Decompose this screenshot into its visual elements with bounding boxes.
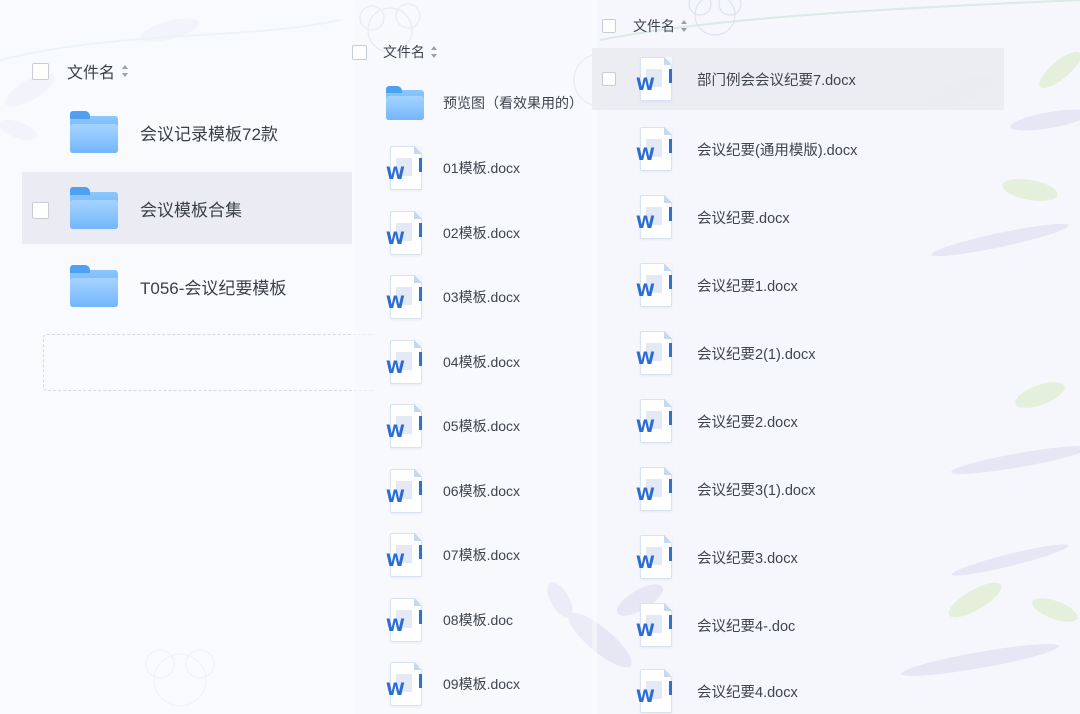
column-header-label: 文件名 <box>633 18 675 34</box>
word-doc-icon: W <box>386 404 422 448</box>
word-doc-icon: W <box>386 469 422 513</box>
list-item[interactable]: W 会议纪要3.docx <box>592 534 1004 580</box>
item-name: 03模板.docx <box>443 289 521 305</box>
word-doc-icon: W <box>386 275 422 319</box>
item-name: 08模板.doc <box>443 612 514 628</box>
list-item[interactable]: W 06模板.docx <box>352 468 597 514</box>
item-name: 会议记录模板72款 <box>140 124 278 144</box>
list-item[interactable]: 预览图（看效果用的） <box>352 78 597 128</box>
column-header[interactable]: 文件名 <box>32 59 129 83</box>
list-item[interactable]: W 会议纪要2.docx <box>592 398 1004 444</box>
item-name: 会议纪要4-.doc <box>697 618 796 635</box>
column-header[interactable]: 文件名 <box>352 42 438 62</box>
list-item[interactable]: W 会议纪要4.docx <box>592 668 1004 714</box>
list-item[interactable]: W 08模板.doc <box>352 597 597 643</box>
item-name: 04模板.docx <box>443 354 521 370</box>
item-name: T056-会议纪要模板 <box>140 278 287 298</box>
list-item[interactable]: W 05模板.docx <box>352 403 597 449</box>
word-doc-icon: W <box>636 195 672 239</box>
item-name: 会议模板合集 <box>140 200 242 220</box>
upload-drop-zone[interactable] <box>43 334 374 391</box>
item-name: 05模板.docx <box>443 418 521 434</box>
list-item[interactable]: W 会议纪要.docx <box>592 194 1004 240</box>
word-doc-icon: W <box>636 467 672 511</box>
list-item[interactable]: W 02模板.docx <box>352 210 597 256</box>
item-name: 会议纪要3.docx <box>697 550 798 567</box>
item-name: 会议纪要4.docx <box>697 684 798 701</box>
select-all-checkbox[interactable] <box>352 44 367 60</box>
folder-column-1: 文件名 会议记录模板72款 会议模板合集 T056-会议纪要模板 <box>0 0 374 714</box>
list-item[interactable]: W 03模板.docx <box>352 274 597 320</box>
row-checkbox[interactable] <box>32 202 49 219</box>
word-doc-icon: W <box>636 331 672 375</box>
item-name: 会议纪要(通用模版).docx <box>697 142 858 159</box>
word-doc-icon: W <box>386 340 422 384</box>
item-name: 01模板.docx <box>443 160 521 176</box>
list-item[interactable]: W 会议纪要1.docx <box>592 262 1004 308</box>
word-doc-icon: W <box>636 669 672 713</box>
word-doc-icon: W <box>636 263 672 307</box>
item-name: 预览图（看效果用的） <box>443 95 583 111</box>
word-doc-icon: W <box>636 535 672 579</box>
item-name: 会议纪要.docx <box>697 210 790 227</box>
list-item[interactable]: T056-会议纪要模板 <box>22 250 352 322</box>
file-column-3: 文件名 W 部门例会会议纪要7.docx W 会议纪要(通用模版).docx W… <box>592 0 1080 714</box>
sort-icon[interactable] <box>121 65 129 77</box>
column-header[interactable]: 文件名 <box>602 16 688 36</box>
item-name: 会议纪要2(1).docx <box>697 346 816 363</box>
column-header-label: 文件名 <box>67 65 116 82</box>
word-doc-icon: W <box>386 211 422 255</box>
list-item[interactable]: W 01模板.docx <box>352 145 597 191</box>
folder-icon <box>386 86 424 120</box>
sort-icon[interactable] <box>430 46 438 58</box>
word-doc-icon: W <box>636 399 672 443</box>
select-all-checkbox[interactable] <box>32 62 49 80</box>
item-name: 会议纪要2.docx <box>697 414 798 431</box>
folder-icon <box>70 265 118 307</box>
list-item[interactable]: W 07模板.docx <box>352 532 597 578</box>
list-item[interactable]: W 04模板.docx <box>352 339 597 385</box>
word-doc-icon: W <box>636 57 672 101</box>
list-item[interactable]: W 部门例会会议纪要7.docx <box>592 48 1004 110</box>
column-header-label: 文件名 <box>383 44 425 60</box>
word-doc-icon: W <box>636 603 672 647</box>
word-doc-icon: W <box>636 127 672 171</box>
word-doc-icon: W <box>386 598 422 642</box>
item-name: 会议纪要1.docx <box>697 278 798 295</box>
word-doc-icon: W <box>386 662 422 706</box>
folder-icon <box>70 187 118 229</box>
select-all-checkbox[interactable] <box>602 19 616 33</box>
folder-icon <box>70 111 118 153</box>
list-item[interactable]: 会议模板合集 <box>22 172 352 244</box>
item-name: 会议纪要3(1).docx <box>697 482 816 499</box>
list-item[interactable]: W 会议纪要3(1).docx <box>592 466 1004 512</box>
list-item[interactable]: 会议记录模板72款 <box>22 96 352 168</box>
sort-icon[interactable] <box>680 20 688 32</box>
item-name: 07模板.docx <box>443 547 521 563</box>
list-item[interactable]: W 09模板.docx <box>352 661 597 707</box>
list-item[interactable]: W 会议纪要2(1).docx <box>592 330 1004 376</box>
list-item[interactable]: W 会议纪要4-.doc <box>592 602 1004 648</box>
item-name: 02模板.docx <box>443 225 521 241</box>
item-name: 06模板.docx <box>443 483 521 499</box>
row-checkbox[interactable] <box>602 72 616 86</box>
file-column-2: 文件名 预览图（看效果用的） W 01模板.docx W 02模板.docx W… <box>352 0 597 714</box>
word-doc-icon: W <box>386 533 422 577</box>
item-name: 部门例会会议纪要7.docx <box>697 72 856 89</box>
list-item[interactable]: W 会议纪要(通用模版).docx <box>592 126 1004 172</box>
word-doc-icon: W <box>386 146 422 190</box>
item-name: 09模板.docx <box>443 676 521 692</box>
